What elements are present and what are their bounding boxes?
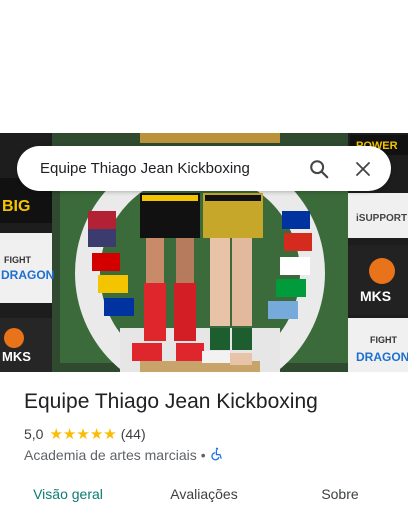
star-icon: ★ bbox=[89, 425, 104, 443]
svg-text:MKS: MKS bbox=[2, 349, 31, 364]
separator-dot: • bbox=[200, 447, 206, 463]
tab-overview[interactable]: Visão geral bbox=[0, 476, 136, 506]
tab-bar: Visão geral Avaliações Sobre bbox=[0, 476, 408, 506]
tab-about[interactable]: Sobre bbox=[272, 476, 408, 506]
star-icon: ★ bbox=[49, 425, 63, 443]
svg-text:FIGHT: FIGHT bbox=[370, 335, 397, 345]
close-icon[interactable] bbox=[345, 151, 381, 187]
star-icon: ★ bbox=[103, 425, 117, 443]
search-icon[interactable] bbox=[301, 151, 337, 187]
wheelchair-icon bbox=[210, 447, 224, 464]
search-bar[interactable]: Equipe Thiago Jean Kickboxing bbox=[17, 146, 391, 191]
svg-text:BIG: BIG bbox=[2, 198, 30, 215]
rating-row[interactable]: 5,0 ★ ★ ★ ★ ★ (44) bbox=[24, 425, 146, 443]
svg-text:DRAGON: DRAGON bbox=[356, 350, 408, 364]
search-input[interactable]: Equipe Thiago Jean Kickboxing bbox=[40, 160, 293, 177]
place-category: Academia de artes marciais bbox=[24, 447, 197, 463]
svg-text:MKS: MKS bbox=[360, 288, 391, 304]
star-rating: ★ ★ ★ ★ ★ bbox=[49, 427, 116, 442]
review-count[interactable]: (44) bbox=[121, 426, 146, 442]
svg-text:FIGHT: FIGHT bbox=[4, 255, 31, 265]
tab-reviews[interactable]: Avaliações bbox=[136, 476, 272, 506]
category-row: Academia de artes marciais • bbox=[24, 446, 224, 464]
star-icon: ★ bbox=[62, 425, 77, 443]
star-icon: ★ bbox=[76, 425, 90, 443]
svg-text:iSUPPORT: iSUPPORT bbox=[356, 213, 407, 224]
place-title: Equipe Thiago Jean Kickboxing bbox=[24, 390, 318, 413]
svg-text:DRAGON: DRAGON bbox=[1, 268, 54, 282]
rating-value: 5,0 bbox=[24, 426, 44, 442]
top-blank-area bbox=[0, 0, 408, 133]
